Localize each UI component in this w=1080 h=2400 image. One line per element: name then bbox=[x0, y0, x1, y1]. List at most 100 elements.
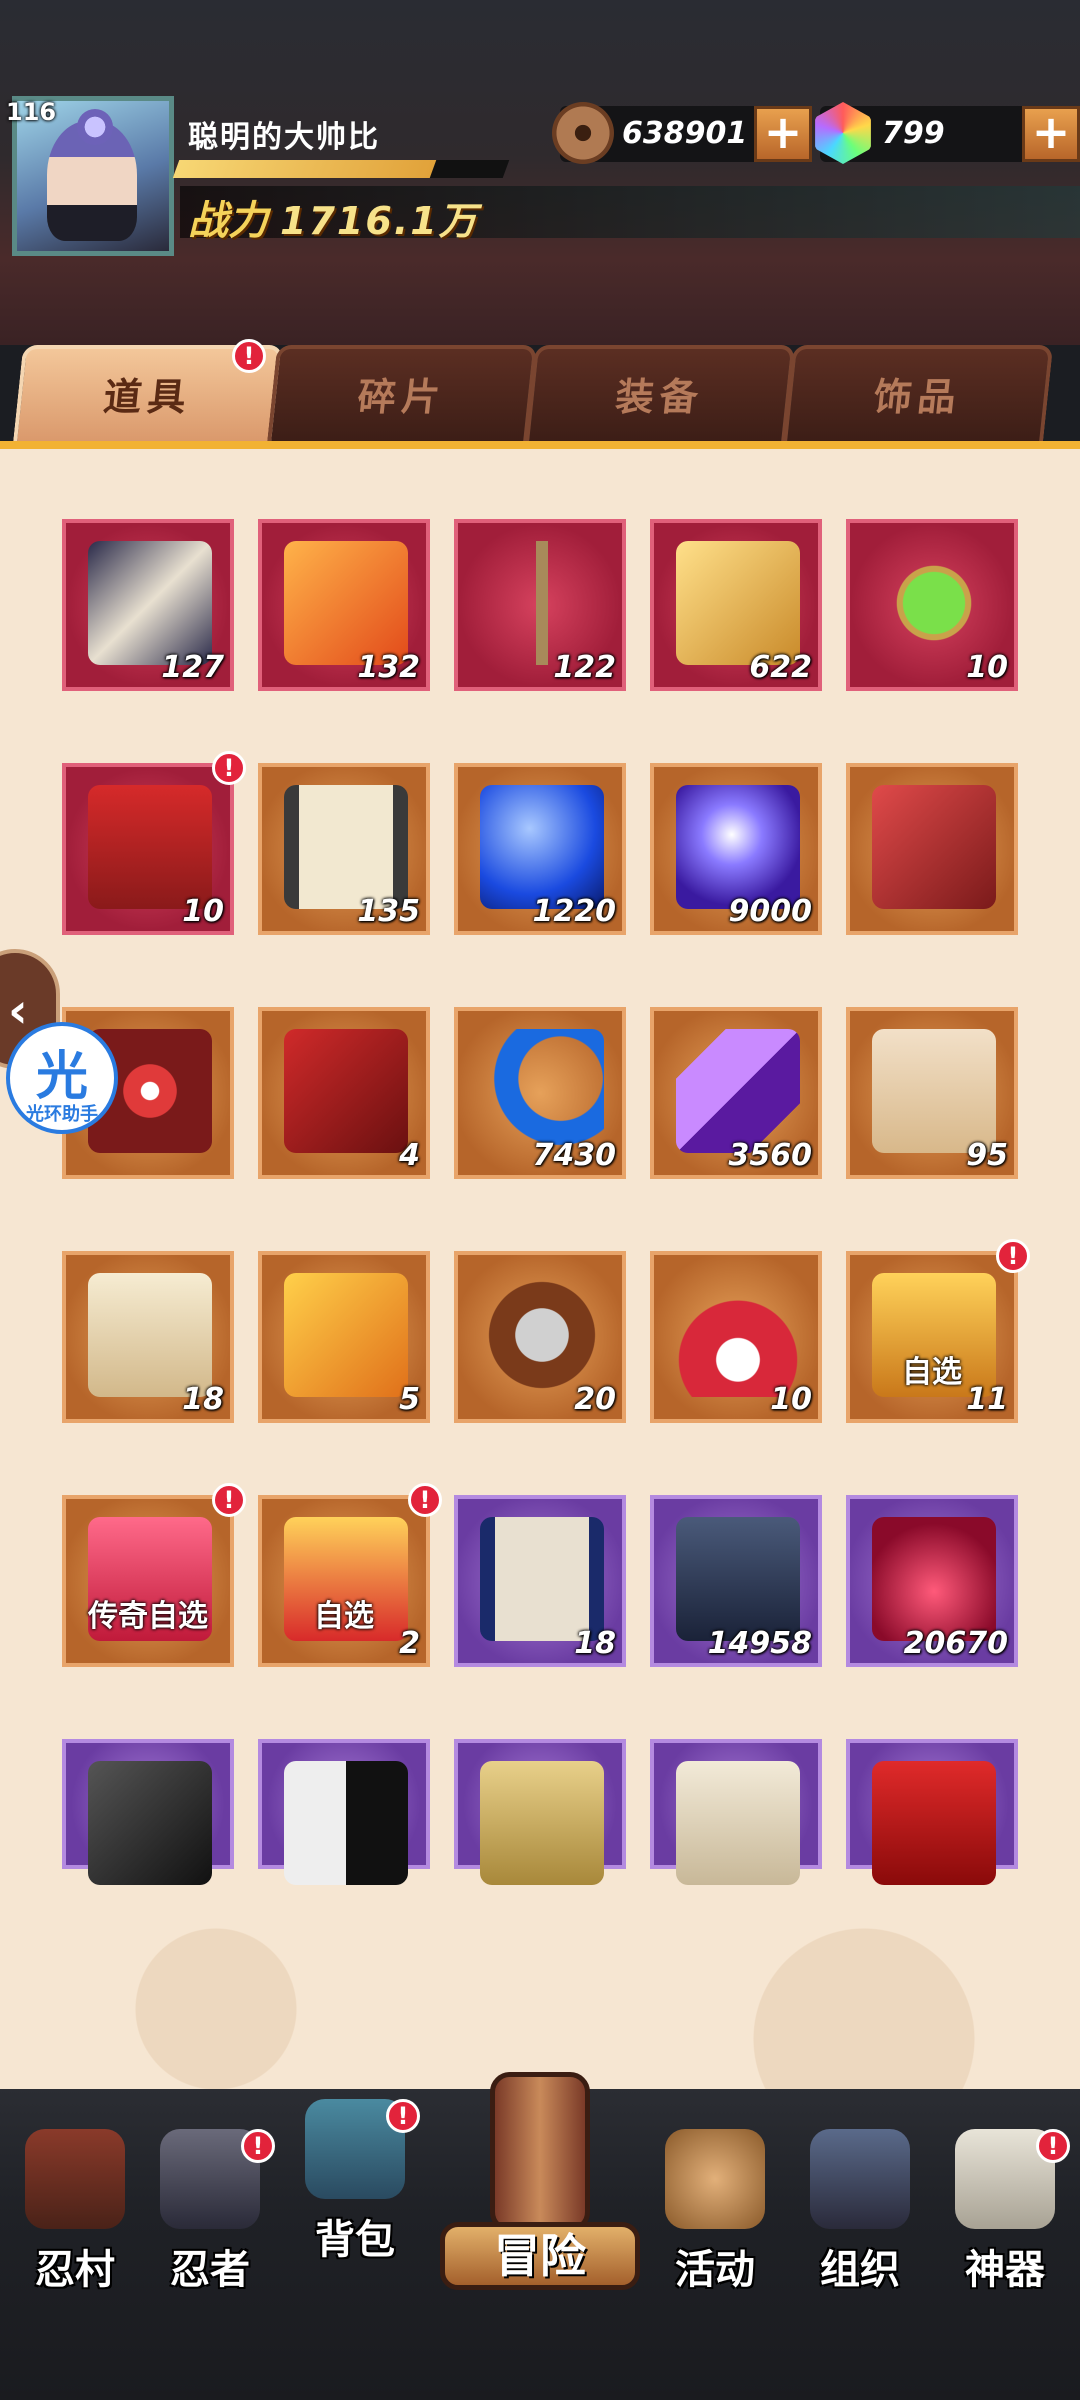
tab-equipment[interactable]: 装备 bbox=[524, 345, 796, 445]
inventory-item[interactable]: 自选 2! bbox=[258, 1483, 442, 1667]
nav-adventure[interactable]: 冒险 bbox=[440, 2072, 640, 2312]
rainbow-gem-icon bbox=[815, 102, 871, 164]
inventory-item[interactable]: 10! bbox=[62, 751, 246, 935]
parchment-scroll-icon bbox=[284, 785, 408, 909]
gem-value: 799 bbox=[882, 116, 945, 151]
talisman-paper-icon bbox=[88, 1273, 212, 1397]
gift-box-icon bbox=[88, 785, 212, 909]
inventory-item[interactable] bbox=[846, 1739, 1018, 1885]
war-fan-icon bbox=[676, 1273, 800, 1397]
inventory-item[interactable]: 9000 bbox=[650, 763, 822, 935]
nav-ninja[interactable]: 忍者 ! bbox=[145, 2129, 275, 2339]
inventory-item[interactable]: 622 bbox=[650, 519, 822, 691]
inventory-item[interactable]: 传奇自选! bbox=[62, 1483, 246, 1667]
helper-label: 光环助手 bbox=[26, 1104, 98, 1125]
yin-yang-icon bbox=[284, 1761, 408, 1885]
item-count: 135 bbox=[357, 894, 420, 929]
group-icon bbox=[810, 2129, 910, 2229]
item-count: 5 bbox=[399, 1382, 420, 1417]
nav-backpack[interactable]: 背包 ! bbox=[290, 2099, 420, 2309]
item-count: 95 bbox=[966, 1138, 1008, 1173]
nav-backpack-alert-badge: ! bbox=[386, 2099, 420, 2133]
inventory-item[interactable] bbox=[846, 763, 1018, 935]
scroll-icon bbox=[88, 541, 212, 665]
drum-icon bbox=[665, 2129, 765, 2229]
inventory-item[interactable]: 自选 11! bbox=[846, 1239, 1030, 1423]
inventory-item[interactable] bbox=[62, 1739, 234, 1885]
power-label: 战力 bbox=[188, 198, 268, 244]
nav-artifact[interactable]: 神器 ! bbox=[940, 2129, 1070, 2339]
chevron-left-icon: ‹ bbox=[8, 983, 28, 1039]
gem-balance: 799 + bbox=[815, 102, 1080, 164]
inventory-item[interactable]: 7430 bbox=[454, 1007, 626, 1179]
black-ore-icon bbox=[88, 1761, 212, 1885]
inventory-item[interactable]: 10 bbox=[846, 519, 1018, 691]
player-name: 聪明的大帅比 bbox=[188, 120, 380, 155]
nav-label: 忍村 bbox=[35, 2247, 115, 2293]
inventory-item[interactable]: 95 bbox=[846, 1007, 1018, 1179]
add-gems-button[interactable]: + bbox=[1022, 106, 1080, 162]
blue-scroll-icon bbox=[480, 1517, 604, 1641]
inventory-item[interactable] bbox=[454, 1739, 626, 1885]
fortune-banner-icon bbox=[872, 1029, 996, 1153]
amber-stone-icon bbox=[284, 1273, 408, 1397]
purple-crystal-icon bbox=[676, 1029, 800, 1153]
purple-orb-icon bbox=[676, 785, 800, 909]
inventory-item[interactable]: 3560 bbox=[650, 1007, 822, 1179]
adventure-scroll-icon bbox=[490, 2072, 590, 2232]
inventory-item[interactable]: 20670 bbox=[846, 1495, 1018, 1667]
inventory-item[interactable]: 1220 bbox=[454, 763, 626, 935]
tab-accessories[interactable]: 饰品 bbox=[782, 345, 1054, 445]
inventory-item[interactable]: 18 bbox=[62, 1251, 234, 1423]
inventory-item[interactable] bbox=[650, 1739, 822, 1885]
inventory-item[interactable] bbox=[258, 1739, 430, 1885]
item-count: 127 bbox=[161, 650, 224, 685]
helper-assistant-button[interactable]: 光 光环助手 bbox=[6, 1022, 118, 1134]
tab-items-alert-badge: ! bbox=[232, 339, 266, 373]
item-count: 7430 bbox=[532, 1138, 617, 1173]
item-count: 10 bbox=[770, 1382, 812, 1417]
inventory-item[interactable]: 132 bbox=[258, 519, 430, 691]
inventory-item[interactable]: 135 bbox=[258, 763, 430, 935]
inventory-item[interactable]: 14958 bbox=[650, 1495, 822, 1667]
nav-activity[interactable]: 活动 bbox=[650, 2129, 780, 2339]
combat-power: 战力 1716.1万 bbox=[180, 186, 1080, 244]
inventory-item[interactable]: 20 bbox=[454, 1251, 626, 1423]
tab-label: 道具 bbox=[101, 375, 195, 419]
tab-label: 饰品 bbox=[871, 375, 965, 419]
item-count: 1220 bbox=[532, 894, 617, 929]
nav-village[interactable]: 忍村 bbox=[10, 2129, 140, 2339]
item-alert-badge: ! bbox=[212, 1483, 246, 1517]
item-count: 14958 bbox=[707, 1626, 812, 1661]
item-count: 20 bbox=[574, 1382, 616, 1417]
red-stone-icon bbox=[872, 785, 996, 909]
tab-fragments[interactable]: 碎片 bbox=[266, 345, 538, 445]
nav-label: 背包 bbox=[315, 2217, 395, 2263]
nav-label: 组织 bbox=[820, 2247, 900, 2293]
inventory-item[interactable]: 127 bbox=[62, 519, 234, 691]
inventory-item[interactable]: 5 bbox=[258, 1251, 430, 1423]
item-count: 3560 bbox=[728, 1138, 813, 1173]
player-header: 116 聪明的大帅比 战力 1716.1万 638901 + 799 + bbox=[0, 0, 1080, 345]
jade-pendant-icon bbox=[872, 541, 996, 665]
inventory-item[interactable]: 4 bbox=[258, 1007, 430, 1179]
eye-stone-icon bbox=[284, 1029, 408, 1153]
item-count: 622 bbox=[749, 650, 812, 685]
potion-jar-icon bbox=[872, 1517, 996, 1641]
player-level: 116 bbox=[6, 98, 57, 126]
item-count: 10 bbox=[182, 894, 224, 929]
item-label: 传奇自选 bbox=[88, 1599, 208, 1634]
inventory-item[interactable]: 10 bbox=[650, 1251, 822, 1423]
add-coins-button[interactable]: + bbox=[754, 106, 812, 162]
gold-feather-icon bbox=[676, 541, 800, 665]
item-count: 2 bbox=[399, 1626, 420, 1661]
inventory-panel: ‹ 127 132 122 622 10 10! 135 1220 9000 4 7430 3560 9… bbox=[0, 449, 1080, 2089]
inventory-item[interactable]: 122 bbox=[454, 519, 626, 691]
inventory-item[interactable]: 18 bbox=[454, 1495, 626, 1667]
nav-organization[interactable]: 组织 bbox=[795, 2129, 925, 2339]
village-gate-icon bbox=[25, 2129, 125, 2229]
blue-orb-icon bbox=[480, 785, 604, 909]
helper-logo: 光 bbox=[35, 1047, 88, 1107]
power-value: 1716.1万 bbox=[280, 199, 479, 243]
book-icon bbox=[676, 1517, 800, 1641]
